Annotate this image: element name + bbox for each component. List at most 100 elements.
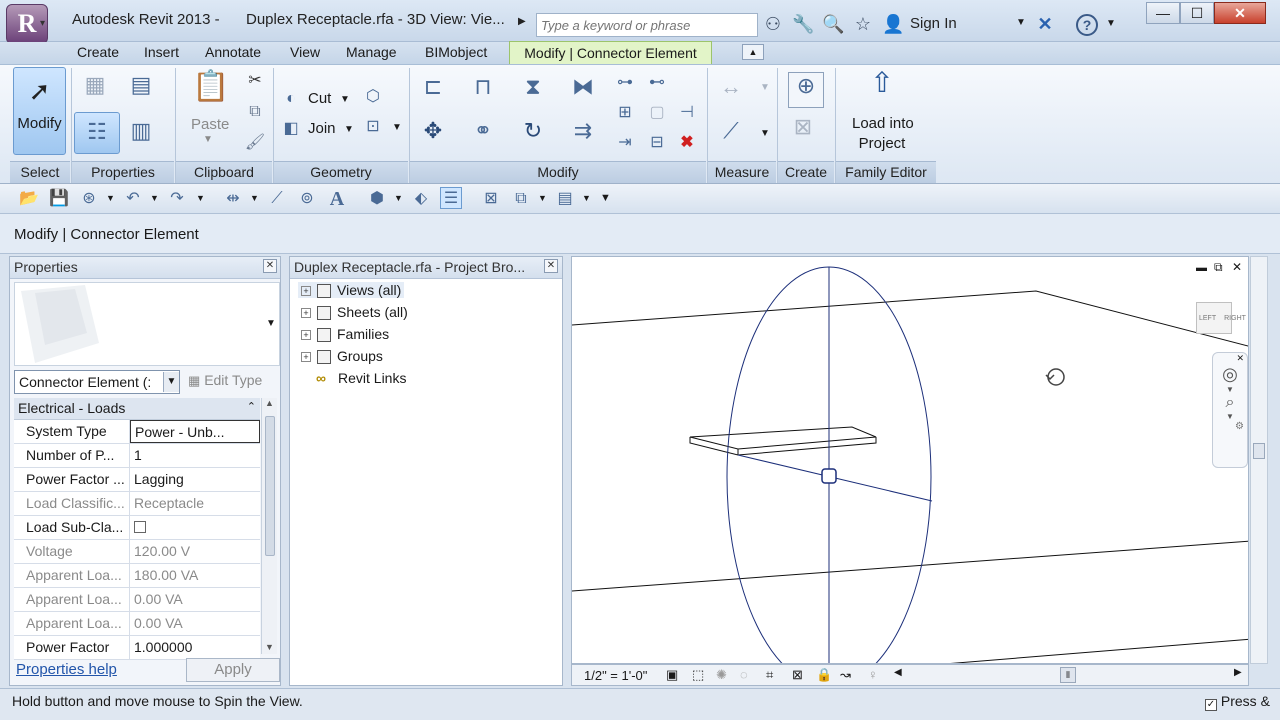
tab-modify-connector-element[interactable]: Modify | Connector Element [509, 41, 712, 65]
type-preview-dropdown-icon[interactable]: ▼ [266, 318, 276, 329]
connector-origin-grip[interactable] [821, 468, 837, 484]
modify-button[interactable]: ➚ Modify [13, 67, 66, 155]
delete-icon[interactable]: ✖ [676, 132, 698, 154]
steering-wheel-icon[interactable]: ◎ [1213, 364, 1247, 385]
create-similar-icon[interactable]: ⊕ [788, 72, 824, 108]
view-cube[interactable]: LEFT RIGHT [1196, 302, 1246, 334]
offset-icon[interactable]: ⊓ [468, 74, 498, 104]
tag-icon[interactable]: ⊚ [296, 188, 318, 210]
property-value-field[interactable]: Power - Unb... [130, 420, 260, 443]
switch-windows-icon[interactable]: ⧉ [510, 188, 532, 210]
pin-icon[interactable]: ⊣ [676, 102, 698, 124]
lock-view-icon[interactable]: 🔒 [816, 667, 832, 683]
scissors-icon[interactable]: ✂ [244, 70, 266, 92]
cut-geometry-icon[interactable]: ◐ [280, 88, 302, 110]
dimension-icon[interactable]: ⟋ [716, 118, 746, 148]
detail-level-icon[interactable]: ▣ [666, 667, 678, 683]
communication-icon[interactable]: 🔍 [822, 12, 844, 36]
customize-qat-icon[interactable]: ▼ [600, 192, 611, 204]
table-row[interactable]: Number of P... 1 [14, 444, 260, 468]
table-row[interactable]: Power Factor ... Lagging [14, 468, 260, 492]
tree-item-families[interactable]: + Families [298, 326, 392, 343]
split-element-icon[interactable]: ⊶ [614, 72, 636, 94]
tab-insert[interactable]: Insert [144, 44, 179, 60]
family-category-icon[interactable]: ▤ [126, 72, 156, 102]
switch-windows-dropdown-icon[interactable]: ▼ [538, 193, 547, 203]
load-subclass-checkbox[interactable] [134, 521, 146, 533]
undo-icon[interactable]: ↶ [122, 188, 144, 210]
join-dropdown-icon[interactable]: ▼ [344, 124, 354, 135]
visual-style-icon[interactable]: ⬚ [692, 667, 704, 683]
tab-view[interactable]: View [290, 44, 320, 60]
panel-clipboard[interactable]: Clipboard [176, 161, 272, 183]
crop-view-icon[interactable]: ⌗ [766, 667, 773, 683]
wall-joins-icon[interactable]: ⬡ [362, 86, 384, 108]
scroll-up-icon[interactable]: ▲ [262, 398, 277, 408]
thin-lines-icon[interactable]: ☰ [440, 187, 462, 209]
panel-measure[interactable]: Measure [708, 161, 776, 183]
aligned-dimension-icon[interactable]: ⇹ [222, 188, 244, 210]
expand-icon[interactable]: + [301, 352, 311, 363]
properties-close-icon[interactable]: ✕ [263, 259, 277, 273]
sign-in-dropdown-icon[interactable]: ▼ [1016, 17, 1026, 28]
view-minimize-icon[interactable]: ▬ [1196, 262, 1207, 274]
table-row[interactable]: Load Sub-Cla... [14, 516, 260, 540]
sync-dropdown-icon[interactable]: ▼ [106, 193, 115, 203]
property-value-field[interactable]: Lagging [130, 468, 260, 491]
join-button[interactable]: Join [308, 120, 336, 137]
panel-create[interactable]: Create [778, 161, 834, 183]
scroll-thumb[interactable] [264, 416, 275, 556]
favorites-star-icon[interactable]: ☆ [852, 12, 874, 36]
expand-icon[interactable]: + [301, 286, 311, 297]
properties-scrollbar[interactable]: ▲ ▼ [261, 398, 277, 654]
help-icon[interactable]: ? [1076, 14, 1098, 36]
properties-help-link[interactable]: Properties help [16, 661, 117, 678]
3d-view-icon[interactable]: ⬢ [366, 188, 388, 210]
synchronize-icon[interactable]: ⊛ [78, 188, 100, 210]
join-geometry-icon[interactable]: ◧ [280, 118, 302, 140]
user-icon[interactable]: 👤 [882, 12, 904, 36]
redo-icon[interactable]: ↷ [166, 188, 188, 210]
hscroll-left-icon[interactable]: ◀ [894, 667, 902, 678]
show-crop-region-icon[interactable]: ⊠ [792, 667, 803, 683]
save-icon[interactable]: 💾 [48, 188, 70, 210]
zoom-dropdown-icon[interactable]: ▼ [1213, 412, 1247, 421]
panel-modify[interactable]: Modify [410, 161, 706, 183]
group-header[interactable]: Electrical - Loads ⌃ [14, 398, 260, 420]
zoom-icon[interactable]: ⌕ [1213, 394, 1247, 412]
open-icon[interactable]: 📂 [18, 188, 40, 210]
dimension-qat-dropdown-icon[interactable]: ▼ [250, 193, 259, 203]
match-properties-icon[interactable]: 🖌 [244, 132, 266, 154]
mirror-axis-icon[interactable]: ⧗ [518, 74, 548, 104]
temporary-hide-icon[interactable]: ↝ [840, 667, 851, 683]
scroll-down-icon[interactable]: ▼ [262, 642, 277, 652]
move-icon[interactable]: ✥ [418, 118, 448, 148]
collapse-group-icon[interactable]: ⌃ [247, 400, 256, 413]
binoculars-icon[interactable]: ⚇ [762, 12, 784, 36]
mirror-draw-icon[interactable]: ⧓ [568, 74, 598, 104]
browser-close-icon[interactable]: ✕ [544, 259, 558, 273]
press-drag-checkbox[interactable]: ✓ [1205, 699, 1217, 711]
expand-icon[interactable]: + [301, 308, 311, 319]
close-hidden-windows-icon[interactable]: ⊠ [480, 188, 502, 210]
help-dropdown-icon[interactable]: ▼ [1106, 18, 1116, 29]
undo-dropdown-icon[interactable]: ▼ [150, 193, 159, 203]
3d-view-dropdown-icon[interactable]: ▼ [394, 193, 403, 203]
tab-annotate[interactable]: Annotate [205, 44, 261, 60]
ui-dropdown-icon[interactable]: ▼ [582, 193, 591, 203]
align-icon[interactable]: ⊏ [418, 74, 448, 104]
type-properties-icon[interactable]: ▥ [126, 118, 156, 148]
property-value-field[interactable]: 1 [130, 444, 260, 467]
search-input[interactable] [536, 13, 758, 37]
text-icon[interactable]: A [326, 188, 348, 210]
view-close-icon[interactable]: ✕ [1232, 260, 1242, 274]
reveal-hidden-icon[interactable]: ♀ [868, 667, 878, 682]
array-icon[interactable]: ⊞ [614, 102, 636, 124]
redo-dropdown-icon[interactable]: ▼ [196, 193, 205, 203]
panel-family-editor[interactable]: Family Editor [836, 161, 936, 183]
property-value-field[interactable] [130, 516, 260, 539]
section-icon[interactable]: ⬖ [410, 188, 432, 210]
split-face-icon[interactable]: ⊡ [362, 116, 384, 138]
user-interface-icon[interactable]: ▤ [554, 188, 576, 210]
app-menu-arrow-icon[interactable]: ▾ [40, 18, 45, 29]
